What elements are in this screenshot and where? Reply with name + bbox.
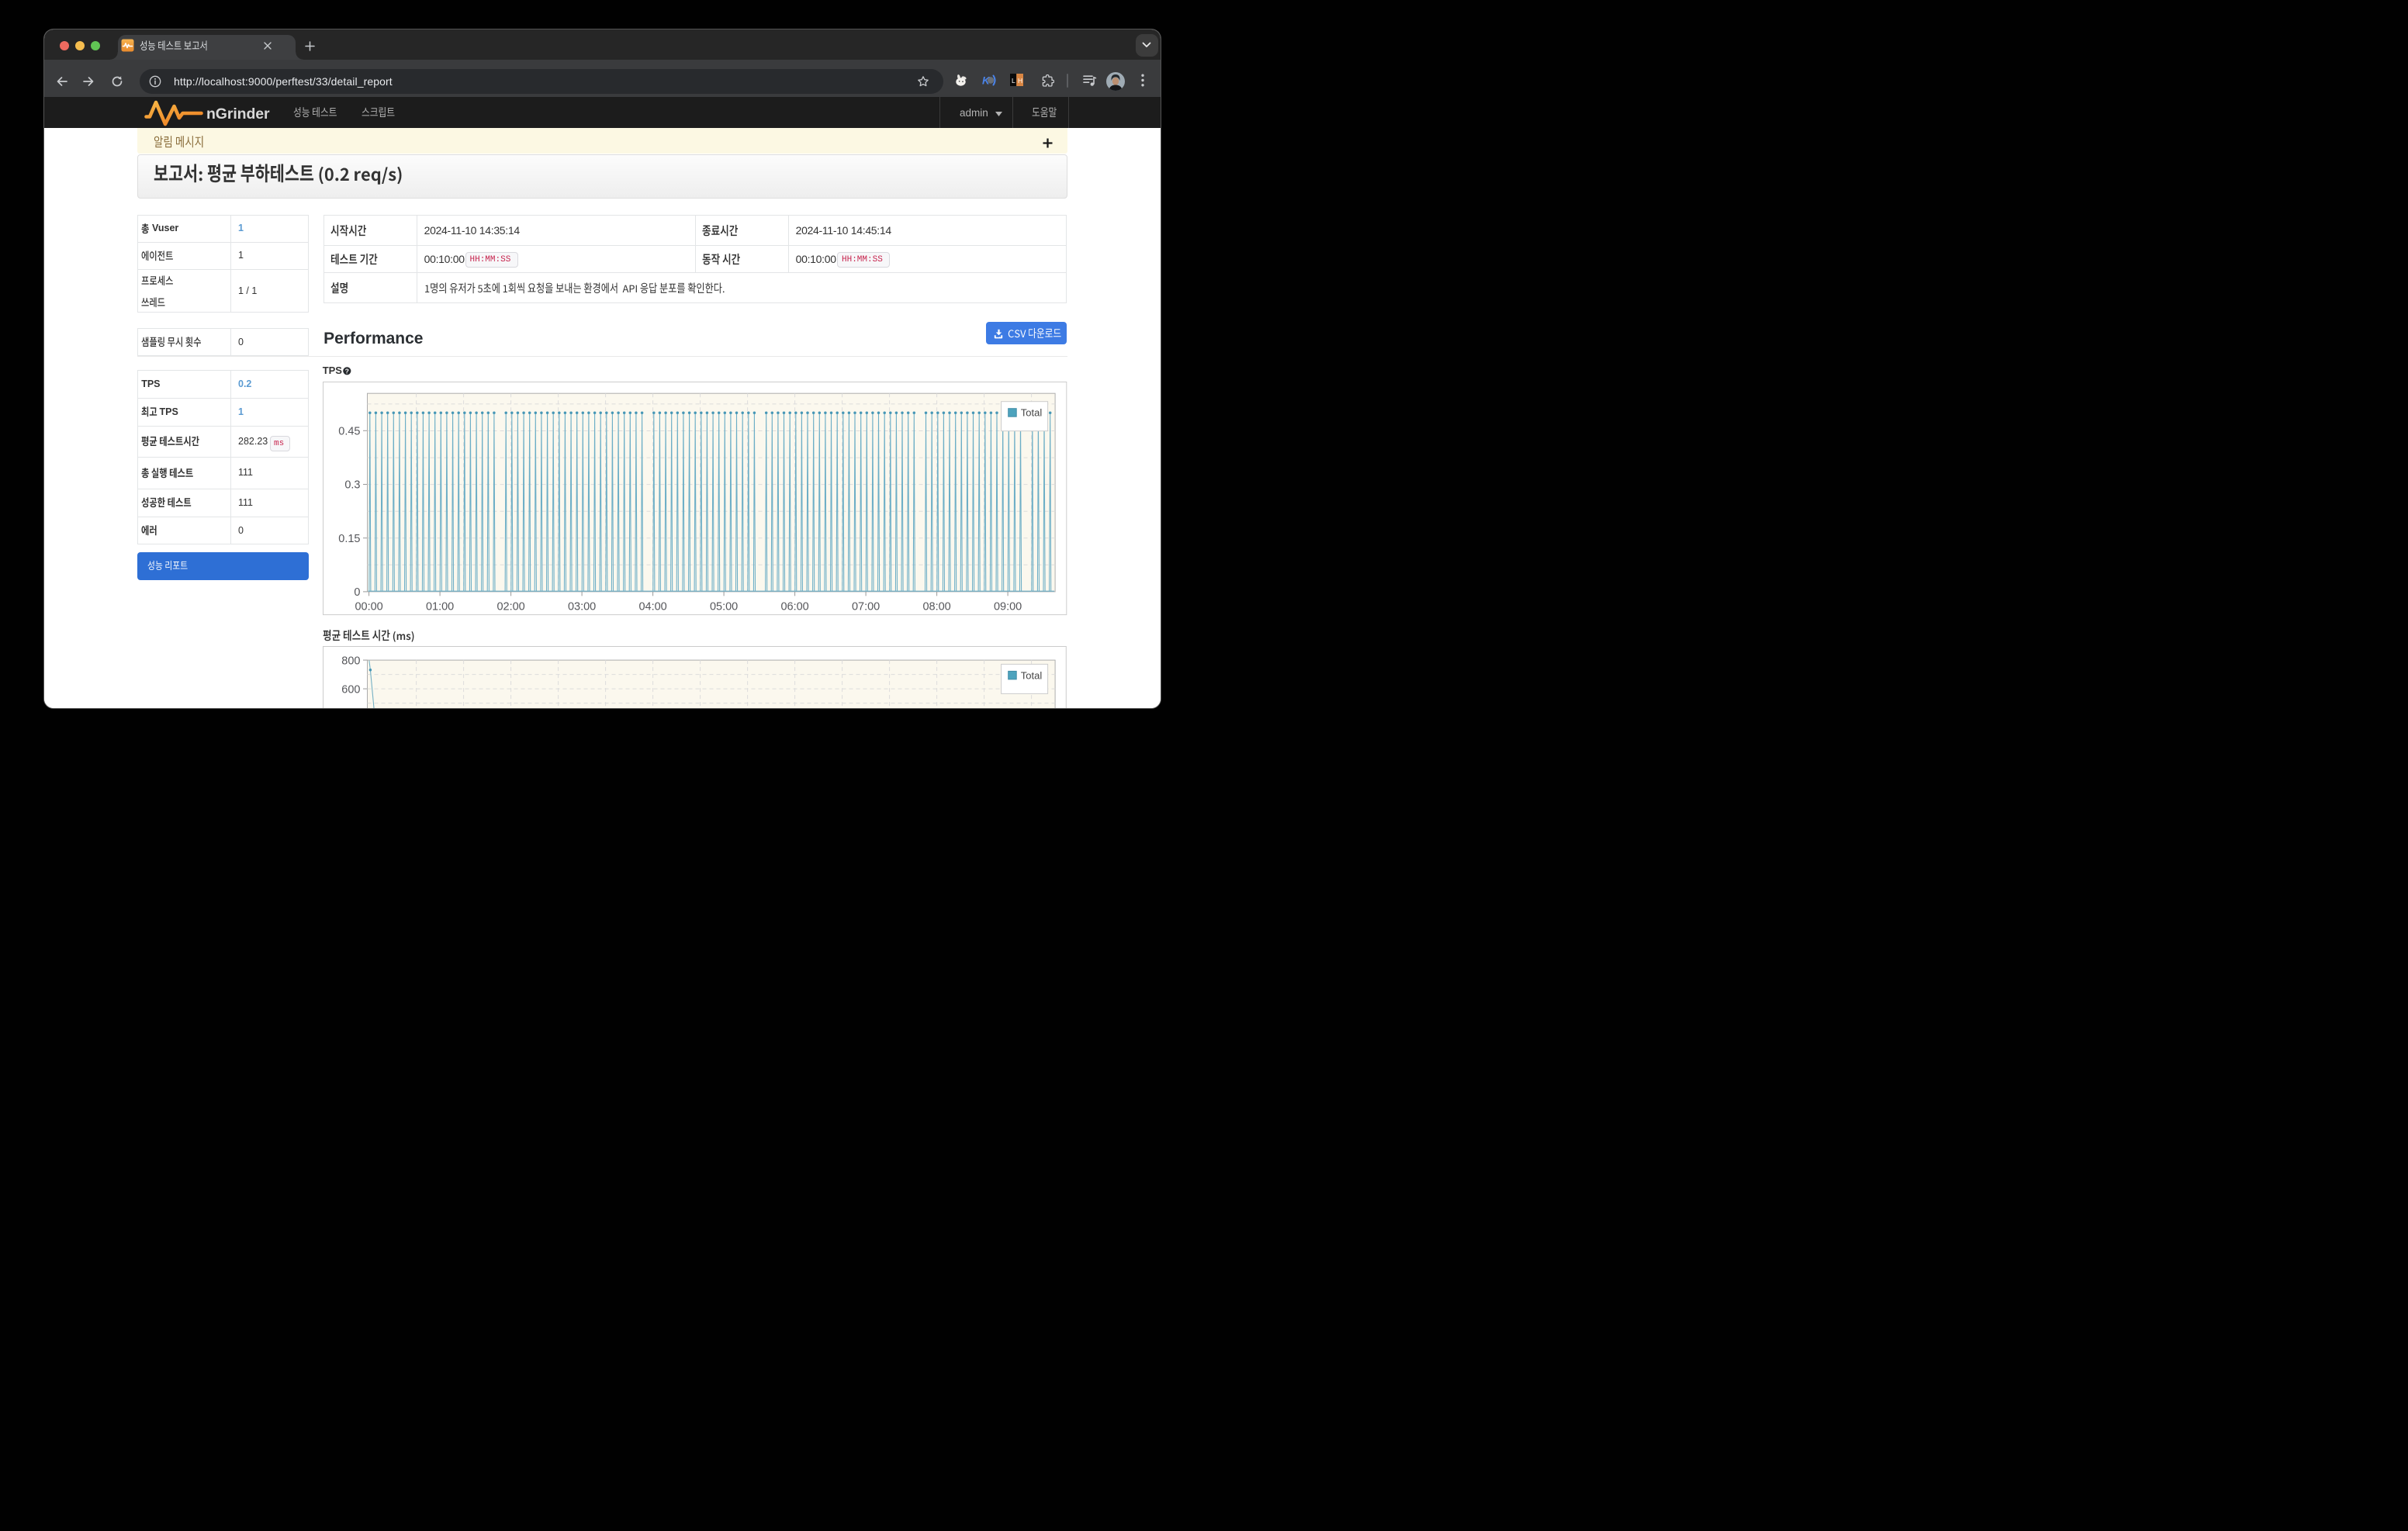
svg-text:07:00: 07:00 xyxy=(852,600,880,613)
svg-text:08:00: 08:00 xyxy=(923,600,951,613)
svg-text:06:00: 06:00 xyxy=(781,600,809,613)
svg-text:04:00: 04:00 xyxy=(639,600,667,613)
svg-text:01:00: 01:00 xyxy=(426,600,454,613)
svg-text:09:00: 09:00 xyxy=(994,600,1022,613)
svg-text:05:00: 05:00 xyxy=(710,600,738,613)
svg-text:0.15: 0.15 xyxy=(338,533,360,545)
svg-text:600: 600 xyxy=(341,683,360,696)
svg-text:0.45: 0.45 xyxy=(338,425,360,437)
svg-text:?: ? xyxy=(345,367,349,375)
svg-text:H: H xyxy=(1018,77,1022,85)
svg-text:03:00: 03:00 xyxy=(568,600,596,613)
svg-text:00:00: 00:00 xyxy=(355,600,383,613)
svg-text:0: 0 xyxy=(355,586,361,599)
svg-text:L: L xyxy=(1012,77,1015,85)
svg-text:Total: Total xyxy=(1021,669,1043,681)
svg-text:Total: Total xyxy=(1021,406,1043,418)
svg-text:800: 800 xyxy=(341,655,360,667)
svg-text:0.3: 0.3 xyxy=(345,479,361,491)
svg-text:02:00: 02:00 xyxy=(497,600,525,613)
